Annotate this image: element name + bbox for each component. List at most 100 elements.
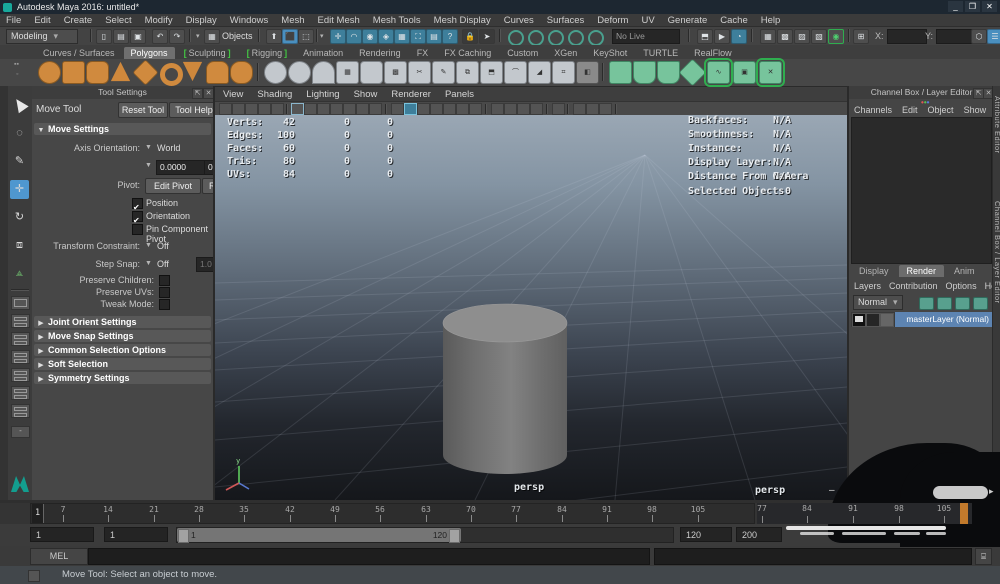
snap-options-arrow[interactable]: ▾ <box>320 32 324 40</box>
preserve-uvs-checkbox[interactable] <box>159 287 170 298</box>
pin-panel-icon[interactable]: ⇱ <box>192 88 203 99</box>
multisample-icon[interactable] <box>491 103 504 115</box>
shelf-tab-keyshot[interactable]: KeyShot <box>586 47 634 59</box>
tweak-mode-checkbox[interactable] <box>159 299 170 310</box>
bridge-icon[interactable]: ⌒ <box>504 61 527 84</box>
menu-edit-mesh[interactable]: Edit Mesh <box>318 15 360 26</box>
rotate-tool-icon[interactable]: ↻ <box>10 208 29 227</box>
light-editor-icon[interactable]: ▨ <box>794 29 810 44</box>
single-pane-layout-button[interactable] <box>11 296 30 310</box>
live-surface-field[interactable]: No Live Surface <box>612 29 680 44</box>
grid-layout-icon[interactable] <box>291 103 304 115</box>
range-slider-trough[interactable]: 1 120 <box>176 527 674 543</box>
history-chain-icon[interactable] <box>568 30 584 46</box>
four-pane-layout-button[interactable] <box>11 350 30 364</box>
menu-mesh-display[interactable]: Mesh Display <box>434 15 491 26</box>
offset-y-field[interactable]: 0.0000 <box>204 160 215 175</box>
shelf-tab-turtle[interactable]: TURTLE <box>636 47 685 59</box>
menu-uv[interactable]: UV <box>641 15 654 26</box>
poly-pyramid-icon[interactable] <box>182 61 203 82</box>
close-button[interactable]: ✕ <box>982 1 997 12</box>
vp-menu-shading[interactable]: Shading <box>257 89 292 100</box>
x-coord-field[interactable] <box>887 29 927 44</box>
camera-attributes-icon[interactable] <box>245 103 258 115</box>
menu-cache[interactable]: Cache <box>720 15 747 26</box>
le-menu-contribution[interactable]: Contribution <box>889 281 938 291</box>
render-current-frame-icon[interactable]: ▶ <box>714 29 730 44</box>
textured-icon[interactable] <box>417 103 430 115</box>
mirror-icon[interactable]: ⧉ <box>456 61 479 84</box>
cb-menu-show[interactable]: Show <box>964 105 987 115</box>
symmetry-settings-section[interactable]: ▶Symmetry Settings <box>34 372 211 384</box>
shelf-menu-icon[interactable]: ▪▪ <box>14 61 19 68</box>
safe-action-icon[interactable] <box>356 103 369 115</box>
screen-space-ao-icon[interactable] <box>456 103 469 115</box>
xray-icon[interactable] <box>573 103 586 115</box>
combine-icon[interactable] <box>264 61 287 84</box>
paint-effects-icon[interactable]: ▧ <box>811 29 827 44</box>
minimize-button[interactable]: _ <box>948 1 963 12</box>
command-language-button[interactable]: MEL <box>30 548 88 565</box>
quick-rename-icon[interactable]: ▤ <box>426 29 442 44</box>
range-slider-bar[interactable]: 1 120 <box>177 528 461 542</box>
menu-mesh-tools[interactable]: Mesh Tools <box>373 15 421 26</box>
selection-mask-label[interactable]: Objects <box>222 31 253 41</box>
joint-orient-settings-section[interactable]: ▶Joint Orient Settings <box>34 316 211 328</box>
bookmark-icon[interactable] <box>258 103 271 115</box>
highlight-selection-icon[interactable]: ➤ <box>479 29 495 44</box>
time-slider[interactable]: 1 7 14 21 28 35 42 49 56 63 70 77 84 91 … <box>30 503 755 524</box>
vp-menu-view[interactable]: View <box>223 89 243 100</box>
shelf-tab-realflow[interactable]: RealFlow <box>687 47 739 59</box>
minus-layout-button[interactable]: - <box>11 426 30 438</box>
select-tool-icon[interactable] <box>10 96 29 115</box>
menu-deform[interactable]: Deform <box>597 15 628 26</box>
selection-mask-icon[interactable]: ▦ <box>204 29 220 44</box>
sculpt-grab-icon[interactable] <box>679 59 707 87</box>
step-snap-size-field[interactable]: 1.0 <box>196 257 215 272</box>
edit-pivot-button[interactable]: Edit Pivot <box>145 178 201 194</box>
cb-menu-channels[interactable]: Channels <box>854 105 892 115</box>
select-object-icon[interactable]: ⬛ <box>282 29 298 44</box>
image-plane-icon[interactable] <box>271 103 284 115</box>
menu-curves[interactable]: Curves <box>504 15 534 26</box>
shelf-tab-fx[interactable]: FX <box>410 47 436 59</box>
master-layer-label[interactable]: masterLayer (Normal) <box>895 312 992 327</box>
vp-menu-panels[interactable]: Panels <box>445 89 474 100</box>
pin-component-pivot-checkbox[interactable] <box>132 224 143 235</box>
field-chart-icon[interactable] <box>343 103 356 115</box>
wireframe-icon[interactable] <box>391 103 404 115</box>
axis-orientation-dropdown-arrow[interactable]: ▼ <box>145 144 152 151</box>
lasso-tool-icon[interactable]: ◌ <box>10 124 29 143</box>
poly-cylinder-icon[interactable] <box>86 61 109 84</box>
lock-camera-icon[interactable] <box>232 103 245 115</box>
render-settings-icon[interactable]: ▦ <box>760 29 776 44</box>
position-checkbox[interactable] <box>132 198 143 209</box>
exposure-icon[interactable] <box>530 103 543 115</box>
snap-projected-center-icon[interactable]: ◈ <box>378 29 394 44</box>
film-gate-icon[interactable] <box>304 103 317 115</box>
snap-to-curve-icon[interactable]: ◠ <box>346 29 362 44</box>
shelf-tab-animation[interactable]: Animation <box>296 47 350 59</box>
menu-set-selector[interactable]: Modeling <box>6 29 78 44</box>
current-frame-marker[interactable]: 1 <box>32 504 44 523</box>
last-tool-icon[interactable]: ⟁ <box>10 264 29 283</box>
xgen-sphere-icon[interactable]: ◉ <box>828 29 844 44</box>
make-live-icon[interactable]: ⛶ <box>410 29 426 44</box>
history-loop-icon[interactable] <box>588 30 604 46</box>
move-snap-settings-section[interactable]: ▶Move Snap Settings <box>34 330 211 342</box>
menu-edit[interactable]: Edit <box>34 15 50 26</box>
channel-list-empty-area[interactable] <box>851 117 992 264</box>
sculpt-tool-icon[interactable] <box>609 61 632 84</box>
animation-start-field[interactable]: 1 <box>30 527 94 542</box>
xray-active-icon[interactable] <box>599 103 612 115</box>
extrude-icon[interactable]: ⬒ <box>480 61 503 84</box>
layer-tab-display[interactable]: Display <box>851 265 897 277</box>
selection-mask-arrow[interactable]: ▾ <box>196 32 200 40</box>
poly-helix-icon[interactable] <box>230 61 253 84</box>
le-menu-layers[interactable]: Layers <box>854 281 881 291</box>
axis-orientation-value[interactable]: World <box>157 143 180 153</box>
soft-selection-section[interactable]: ▶Soft Selection <box>34 358 211 370</box>
poly-cube-icon[interactable] <box>62 61 85 84</box>
sculpt-relax-icon[interactable] <box>657 61 680 84</box>
isolate-select-icon[interactable] <box>552 103 565 115</box>
